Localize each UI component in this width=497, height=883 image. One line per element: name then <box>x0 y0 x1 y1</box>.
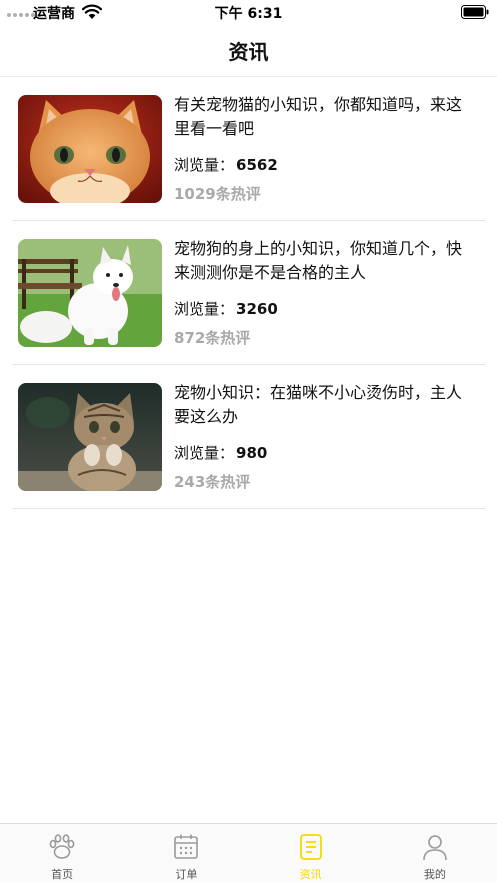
battery-icon <box>461 5 489 19</box>
article-title: 宠物狗的身上的小知识，你知道几个，快来测测你是不是合格的主人 <box>174 239 463 282</box>
article-comments: 872条热评 <box>174 329 251 347</box>
tab-label: 首页 <box>51 868 74 881</box>
article-comments: 1029条热评 <box>174 185 261 203</box>
article-thumbnail-tabby-kitten <box>18 383 162 491</box>
status-time: 下午 6:31 <box>214 6 283 22</box>
tab-bar: 首页 订单 资讯 我的 <box>0 823 497 883</box>
article-item[interactable]: 宠物小知识：在猫咪不小心烫伤时，主人要这么办 浏览量： 980 243条热评 <box>0 365 497 509</box>
tab-profile[interactable]: 我的 <box>373 824 497 883</box>
article-views: 浏览量： 6562 <box>174 154 278 175</box>
views-count: 6562 <box>236 156 278 174</box>
article-item[interactable]: 有关宠物猫的小知识，你都知道吗，来这里看一看吧 浏览量： 6562 1029条热评 <box>0 77 497 221</box>
article-item[interactable]: 宠物狗的身上的小知识，你知道几个，快来测测你是不是合格的主人 浏览量： 3260 … <box>0 221 497 365</box>
status-bar: 运营商 下午 6:31 <box>0 0 497 24</box>
article-title: 宠物小知识：在猫咪不小心烫伤时，主人要这么办 <box>174 383 463 426</box>
calendar-icon <box>174 834 199 859</box>
article-views: 浏览量： 3260 <box>174 298 278 319</box>
article-views: 浏览量： 980 <box>174 442 267 463</box>
divider <box>12 508 485 509</box>
article-thumbnail-orange-kitten <box>18 95 162 203</box>
tab-label: 资讯 <box>299 868 322 881</box>
views-label: 浏览量： <box>174 300 235 318</box>
paw-icon <box>49 834 75 859</box>
views-label: 浏览量： <box>174 156 235 174</box>
tab-home[interactable]: 首页 <box>0 824 124 883</box>
article-title: 有关宠物猫的小知识，你都知道吗，来这里看一看吧 <box>174 95 463 138</box>
tab-orders[interactable]: 订单 <box>124 824 248 883</box>
tab-label: 我的 <box>423 868 446 881</box>
views-count: 3260 <box>236 300 278 318</box>
views-count: 980 <box>236 444 268 462</box>
views-label: 浏览量： <box>174 444 235 462</box>
tab-label: 订单 <box>175 868 198 881</box>
tab-news[interactable]: 资讯 <box>249 824 373 883</box>
document-icon <box>299 834 322 860</box>
article-thumbnail-white-dog <box>18 239 162 347</box>
user-icon <box>423 835 447 861</box>
article-comments: 243条热评 <box>174 473 251 491</box>
page-title: 资讯 <box>228 40 269 64</box>
